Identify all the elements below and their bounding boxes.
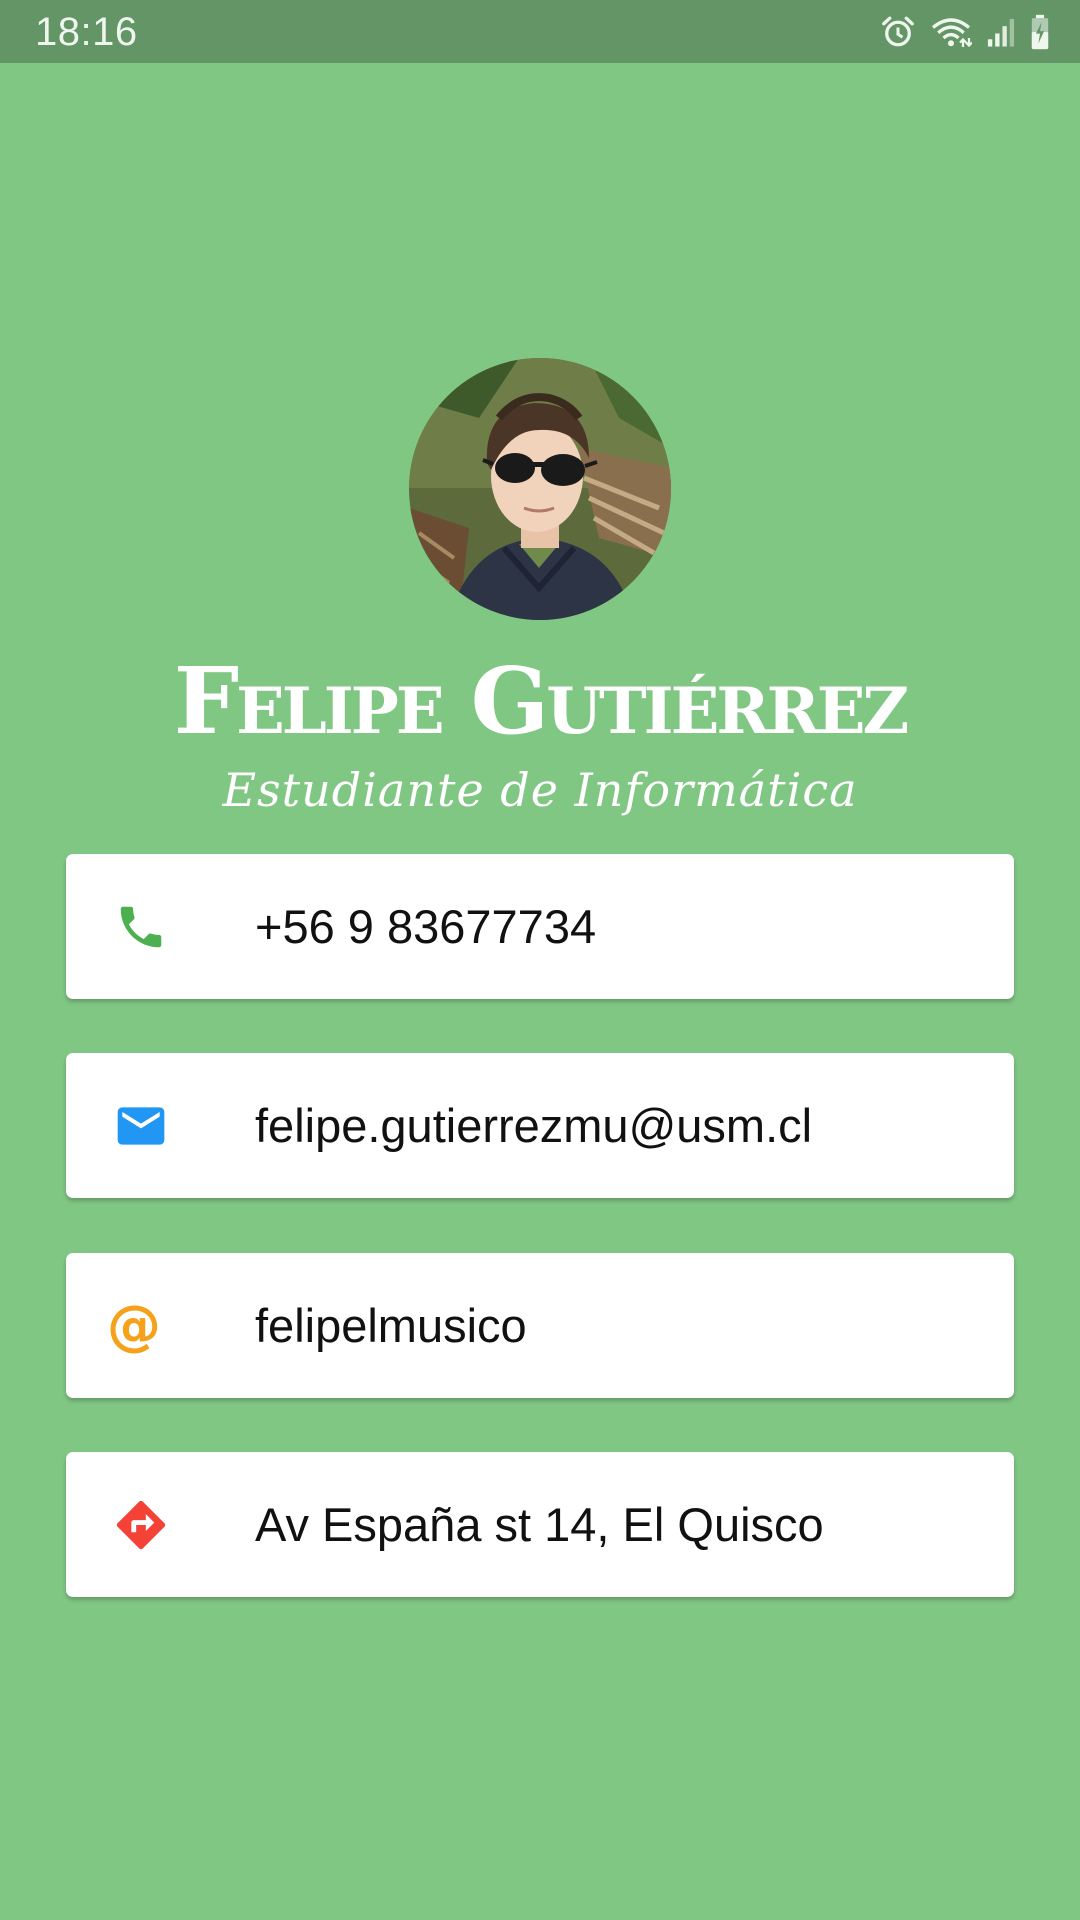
status-icons: [880, 12, 1050, 52]
phone-number: +56 9 83677734: [255, 900, 597, 953]
contact-card-address[interactable]: Av España st 14, El Quisco: [66, 1452, 1014, 1597]
profile-subtitle: Estudiante de Informática: [222, 763, 858, 817]
email-address: felipe.gutierrezmu@usm.cl: [255, 1099, 813, 1152]
status-time: 18:16: [35, 10, 138, 54]
address: Av España st 14, El Quisco: [255, 1498, 824, 1551]
alarm-icon: [880, 14, 916, 50]
wifi-icon: [930, 14, 972, 50]
signal-icon: [986, 16, 1016, 48]
phone-icon: [108, 894, 174, 960]
email-icon: [108, 1093, 174, 1159]
profile-avatar: [409, 358, 671, 620]
battery-charging-icon: [1030, 14, 1050, 50]
at-icon: @: [107, 1294, 161, 1357]
directions-icon: [108, 1492, 174, 1558]
contact-card-username[interactable]: @ felipelmusico: [66, 1253, 1014, 1398]
contact-card-email[interactable]: felipe.gutierrezmu@usm.cl: [66, 1053, 1014, 1198]
status-bar: 18:16: [0, 0, 1080, 63]
profile-name: Felipe Gutiérrez: [173, 647, 910, 755]
contact-card-phone[interactable]: +56 9 83677734: [66, 854, 1014, 999]
username: felipelmusico: [255, 1299, 527, 1352]
